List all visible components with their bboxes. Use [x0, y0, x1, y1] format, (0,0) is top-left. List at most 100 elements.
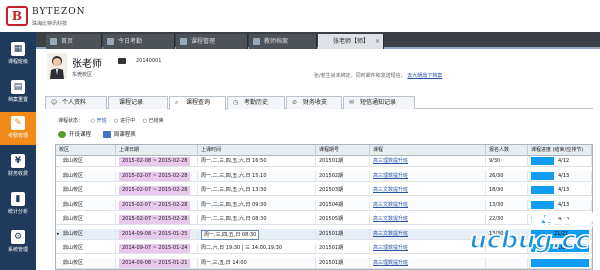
tab-personal-info[interactable]: ☺ 个人资料	[45, 96, 107, 109]
tab-label: 教师档案	[264, 38, 289, 45]
tab-course-management[interactable]: 课程管理	[176, 34, 248, 49]
tab-label: 短信通知记录	[360, 99, 397, 106]
cell-course[interactable]: 高三理数提升班	[370, 243, 486, 254]
cell-text: 2014-09-08 ~ 2015-01-25	[119, 229, 191, 239]
logo-mark: B	[6, 6, 28, 26]
cell-text: 2015-02-07 ~ 2015-02-28	[119, 186, 191, 195]
cell-text: 周一,三,五,日 14:00	[201, 259, 247, 266]
cell-text: 周二,六,日 19:30 | 三 14:00,19:30	[201, 245, 283, 251]
cell-course[interactable]: 高三理数提升班	[370, 257, 486, 269]
progress-text: 4/13	[558, 201, 570, 208]
tab-finance[interactable]: ⊘ 财务收支	[286, 96, 342, 109]
cell-course[interactable]: 高三文数提升班	[370, 199, 486, 211]
sidebar-item-archive[interactable]: ▤ 档案重置	[0, 76, 36, 109]
cell-course[interactable]: 高三理数提升班	[370, 170, 486, 182]
table-row[interactable]: 鼎山校区 2015-02-07 ~ 2015-02-28 周一,二,三,四,五,六,…	[56, 214, 592, 225]
sidebar-item-attendance[interactable]: ✎ 考勤管理	[0, 112, 36, 145]
cell-progress: 4/13	[528, 170, 592, 182]
cell-count: 13/30	[486, 199, 528, 211]
history-icon: ◷	[233, 99, 239, 106]
sidebar-item-course-class[interactable]: ▦ 课程班级	[0, 38, 36, 71]
cell-time: 周一,三,五,日 14:00	[198, 257, 316, 269]
sidebar-item-system[interactable]: ⚙ 系统管理	[0, 226, 36, 259]
course-status-filter: 课程状态： ○ 开班 ○ 进行中 ○ 已结束	[58, 117, 164, 124]
table-row[interactable]: 鼎山校区 2015-02-08 ~ 2015-02-28 周一,二,三,四,五,六,…	[56, 156, 592, 167]
progress-bar	[531, 258, 589, 267]
cell-count: 13/30	[486, 228, 528, 240]
cell-text: 鼎山校区	[63, 245, 84, 251]
stats-icon: ▮	[11, 192, 25, 206]
cell-progress: 4/13	[528, 199, 592, 211]
sidebar-item-stats[interactable]: ▮ 统计分析	[0, 188, 36, 221]
column-header[interactable]: 课程进度 (结束/应排节)	[528, 145, 592, 156]
cell-text: 2015-02-07 ~ 2015-02-28	[119, 200, 191, 210]
table-row[interactable]: 鼎山校区 2015-02-07 ~ 2015-02-28 周一,二,三,四,五,六,…	[56, 199, 592, 211]
cell-text: 周一,二,三,四,五,六,日 15:10	[201, 172, 267, 179]
table-row[interactable]: 鼎山校区 2014-09-08 ~ 2015-01-21 周一,三,五,日 14:0…	[56, 257, 592, 269]
cell-text: 高三理数提升班	[373, 158, 409, 164]
cell-text: 2015-02-07 ~ 2015-02-28	[119, 171, 191, 181]
close-icon[interactable]: ×	[375, 34, 380, 49]
cell-course[interactable]: 高三文数提升班	[370, 185, 486, 196]
cell-date: 2015-02-07 ~ 2015-02-28	[116, 199, 198, 211]
column-header[interactable]: 上课日期	[116, 145, 198, 156]
notice-link[interactable]: 去九朝鼎下档案	[407, 73, 442, 79]
filter-option-ended[interactable]: ○ 已结束	[143, 118, 164, 124]
column-header[interactable]: 课程	[370, 145, 486, 156]
cell-text: 高三文数提升班	[373, 201, 409, 208]
cell-text: 201501期	[319, 259, 344, 266]
detail-tabs: ☺ 个人资料 课程记录 ⌕ 课程查询 ◷ 考勤历史 ⊘ 财务收支 ✉ 短信通知记…	[45, 96, 593, 110]
tab-sms-records[interactable]: ✉ 短信通知记录	[343, 96, 415, 109]
column-header[interactable]: 校区	[56, 145, 116, 156]
progress-text: 4/12	[558, 158, 570, 164]
class-icon: ▦	[11, 42, 25, 56]
sidebar: ▦ 课程班级 ▤ 档案重置 ✎ 考勤管理 ¥ 财务收费 ▮ 统计分析 ⚙ 系统管…	[0, 0, 36, 270]
cell-text: 201503期	[319, 187, 344, 193]
weekly-schedule-button[interactable]: 周课程表	[102, 130, 136, 138]
filter-option-open[interactable]: ○ 开班	[91, 118, 107, 124]
cell-progress	[528, 257, 592, 269]
cell-course[interactable]: 高三文数提升班	[370, 228, 486, 240]
cell-progress: 21/21	[528, 243, 592, 254]
filter-option-in-progress[interactable]: ○ 进行中	[114, 118, 135, 124]
progress-text: 21/21	[554, 230, 569, 237]
table-row[interactable]: ▸ 鼎山校区 2014-09-08 ~ 2015-01-25 周一,三,四,五,日 0…	[56, 228, 592, 240]
column-header[interactable]: 上课时间	[198, 145, 316, 156]
start-course-button[interactable]: 开设课程	[58, 130, 91, 138]
cell-date: 2014-09-07 ~ 2015-01-24	[116, 243, 198, 254]
tab-teacher-zhang[interactable]: 张老师【师】 ×	[318, 34, 384, 49]
column-header[interactable]: 报名人数	[486, 145, 528, 156]
column-header[interactable]: 课程期号	[316, 145, 370, 156]
sms-icon: ✉	[349, 99, 355, 106]
tab-attendance-history[interactable]: ◷ 考勤历史	[227, 96, 285, 109]
table-row[interactable]: 鼎山校区 2015-02-07 ~ 2015-02-28 周一,二,三,四,五,六,…	[56, 185, 592, 196]
search-icon: ⌕	[175, 99, 179, 106]
cell-text: 高三理数提升班	[373, 259, 409, 266]
tab-today-attendance[interactable]: 今日考勤	[103, 34, 175, 49]
cell-progress: 21/21	[528, 228, 592, 240]
tab-course-records[interactable]: 课程记录	[108, 96, 168, 109]
cell-text: 9/30	[489, 158, 501, 164]
cell-course[interactable]: 高三文数提升班	[370, 214, 486, 225]
sidebar-item-label: 档案重置	[7, 97, 28, 103]
archive-icon: ▤	[11, 80, 25, 94]
tab-teacher-archive[interactable]: 教师档案	[249, 34, 317, 49]
cell-date: 2014-09-08 ~ 2015-01-21	[116, 257, 198, 269]
table-row[interactable]: 鼎山校区 2014-09-07 ~ 2015-01-24 周二,六,日 19:30 …	[56, 243, 592, 254]
cell-text: 鼎山校区	[63, 172, 84, 179]
table-row[interactable]: 鼎山校区 2015-02-07 ~ 2015-02-28 周一,二,三,四,五,六,…	[56, 170, 592, 182]
tab-home[interactable]: 首页	[46, 34, 102, 49]
cell-course[interactable]: 高三理数提升班	[370, 156, 486, 167]
cell-text: 周一,二,三,四,五,六,日 13:30	[201, 187, 267, 193]
finance-icon: ¥	[11, 154, 25, 168]
cell-text: 周一,二,三,四,五,六,日 16:50	[201, 158, 267, 164]
tab-label: 课程记录	[119, 99, 144, 106]
cell-text: 鼎山校区	[63, 187, 84, 193]
cell-campus: 鼎山校区	[56, 257, 116, 269]
sidebar-item-finance[interactable]: ¥ 财务收费	[0, 150, 36, 183]
progress-bar	[531, 215, 555, 223]
cell-text: 201501期	[319, 245, 344, 251]
tab-course-query[interactable]: ⌕ 课程查询	[169, 96, 226, 110]
cell-period: 201505期	[316, 214, 370, 225]
sidebar-item-label: 课程班级	[7, 59, 28, 65]
